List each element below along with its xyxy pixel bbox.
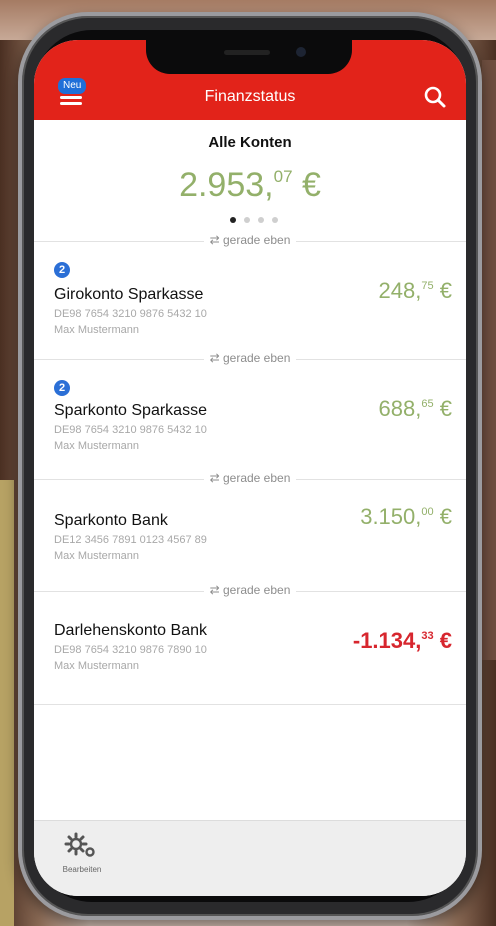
account-name: Sparkonto Bank — [54, 512, 168, 529]
total-balance-currency: € — [301, 166, 321, 204]
sync-label: gerade eben — [222, 583, 291, 597]
account-balance: 688,65 € — [379, 396, 452, 422]
page-dot-2[interactable] — [244, 217, 250, 223]
account-name: Girokonto Sparkasse — [54, 286, 204, 303]
sync-divider: ⇄ gerade eben — [34, 470, 466, 488]
list-end-divider — [34, 704, 466, 705]
account-iban: DE12 3456 7891 0123 4567 89 — [54, 534, 207, 546]
balance-main: 688, — [378, 396, 422, 421]
account-name: Darlehenskonto Bank — [54, 622, 207, 639]
sync-divider: ⇄ gerade eben — [34, 232, 466, 250]
total-balance-cents: 07 — [273, 167, 293, 186]
account-owner: Max Mustermann — [54, 660, 139, 672]
account-row-sparkonto-sparkasse[interactable]: 2 Sparkonto Sparkasse DE98 7654 3210 987… — [34, 368, 466, 476]
sync-status: ⇄ gerade eben — [34, 233, 466, 247]
sync-divider: ⇄ gerade eben — [34, 350, 466, 368]
sync-icon: ⇄ — [209, 233, 223, 247]
account-owner: Max Mustermann — [54, 550, 139, 562]
edit-button[interactable]: Bearbeiten — [52, 829, 112, 879]
sync-label: gerade eben — [222, 233, 291, 247]
phone-notch — [146, 40, 352, 74]
balance-cents: 00 — [421, 506, 434, 518]
sync-status: ⇄ gerade eben — [34, 471, 466, 485]
balance-currency: € — [439, 504, 452, 529]
background-left — [0, 480, 14, 926]
account-row-girokonto-sparkasse[interactable]: 2 Girokonto Sparkasse DE98 7654 3210 987… — [34, 250, 466, 358]
notification-badge: 2 — [54, 380, 70, 396]
sync-divider: ⇄ gerade eben — [34, 582, 466, 600]
sync-label: gerade eben — [222, 351, 291, 365]
total-balance-main: 2.953, — [179, 166, 274, 204]
account-name: Sparkonto Sparkasse — [54, 402, 207, 419]
bottom-toolbar: Bearbeiten — [34, 820, 466, 896]
account-owner: Max Mustermann — [54, 440, 139, 452]
sync-icon: ⇄ — [209, 471, 223, 485]
account-iban: DE98 7654 3210 9876 5432 10 — [54, 308, 207, 320]
sync-icon: ⇄ — [209, 351, 223, 365]
balance-main: 3.150, — [360, 504, 422, 529]
sync-label: gerade eben — [222, 471, 291, 485]
edit-label: Bearbeiten — [62, 865, 102, 874]
page-dot-3[interactable] — [258, 217, 264, 223]
speaker-grille — [224, 50, 270, 55]
balance-main: -1.134, — [352, 628, 422, 653]
notification-badge: 2 — [54, 262, 70, 278]
total-balance: 2.953,07 € — [34, 166, 466, 205]
account-iban: DE98 7654 3210 9876 5432 10 — [54, 424, 207, 436]
account-row-darlehenskonto-bank[interactable]: Darlehenskonto Bank DE98 7654 3210 9876 … — [34, 600, 466, 708]
balance-cents: 75 — [421, 280, 434, 292]
balance-main: 248, — [378, 278, 422, 303]
summary-label: Alle Konten — [208, 134, 292, 151]
account-row-sparkonto-bank[interactable]: Sparkonto Bank DE12 3456 7891 0123 4567 … — [34, 488, 466, 596]
page-dot-4[interactable] — [272, 217, 278, 223]
balance-cents: 65 — [421, 398, 434, 410]
account-balance: 3.150,00 € — [360, 504, 452, 530]
balance-currency: € — [439, 396, 452, 421]
account-owner: Max Mustermann — [54, 324, 139, 336]
page-title: Finanzstatus — [204, 88, 296, 105]
account-balance: -1.134,33 € — [353, 628, 452, 654]
page-dot-1[interactable] — [230, 217, 236, 223]
front-camera — [296, 47, 306, 57]
background-right — [482, 60, 496, 660]
sync-status: ⇄ gerade eben — [34, 583, 466, 597]
account-iban: DE98 7654 3210 9876 7890 10 — [54, 644, 207, 656]
phone-screen: Neu Finanzstatus Alle Konten 2.953,07 € … — [34, 40, 466, 896]
sync-icon: ⇄ — [209, 583, 223, 597]
search-button[interactable] — [422, 84, 448, 110]
gear-icon — [64, 832, 95, 857]
balance-currency: € — [439, 628, 452, 653]
balance-currency: € — [439, 278, 452, 303]
search-icon — [424, 86, 446, 108]
account-balance: 248,75 € — [379, 278, 452, 304]
balance-cents: 33 — [421, 630, 434, 642]
sync-status: ⇄ gerade eben — [34, 351, 466, 365]
